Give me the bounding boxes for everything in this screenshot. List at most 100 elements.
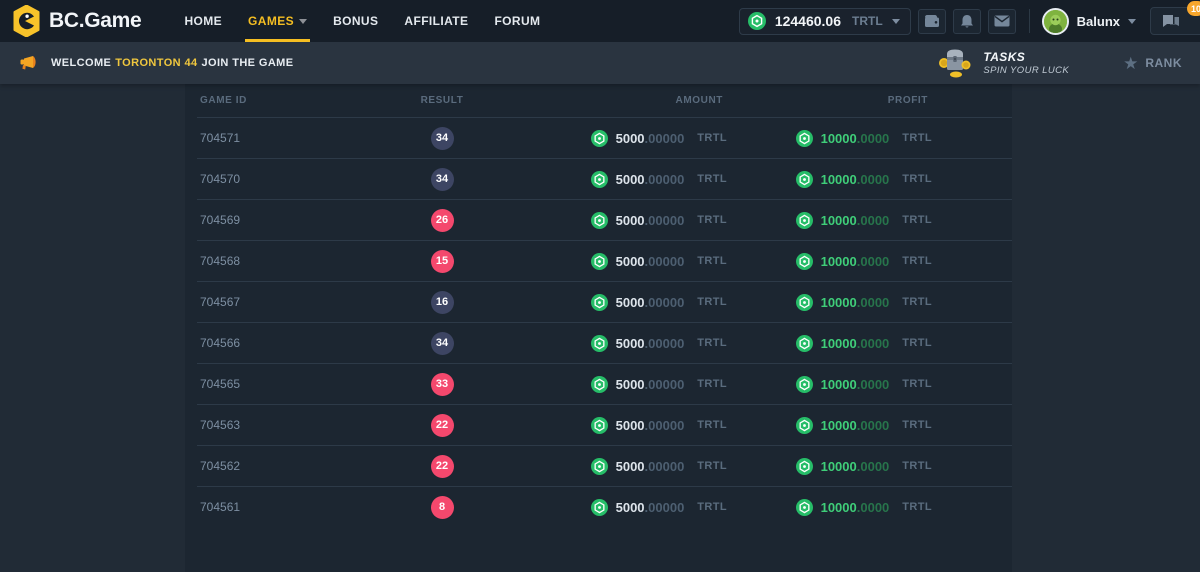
profit-dec: .0000 [857, 377, 890, 392]
wallet-icon [924, 14, 940, 28]
amount-currency: TRTL [697, 378, 727, 390]
result-badge: 8 [431, 496, 454, 519]
game-id: 704561 [197, 500, 357, 514]
result-badge: 34 [431, 127, 454, 150]
table-row[interactable]: 704563 22 5000 .00000 TRTL [197, 404, 1012, 445]
game-id: 704570 [197, 172, 357, 186]
profit-currency: TRTL [902, 214, 932, 226]
divider [1029, 9, 1030, 33]
amount-dec: .00000 [645, 254, 685, 269]
table-row[interactable]: 704565 33 5000 .00000 TRTL [197, 363, 1012, 404]
announcement-right: TASKS SPIN YOUR LUCK ★ RANK [936, 48, 1182, 78]
logo-icon [12, 5, 41, 37]
profit-int: 10000 [821, 172, 857, 187]
profit-currency: TRTL [902, 378, 932, 390]
profit-cell: 10000 .0000 TRTL [727, 335, 932, 352]
trtl-coin-icon [796, 499, 813, 516]
amount-dec: .00000 [645, 418, 685, 433]
amount-cell: 5000 .00000 TRTL [527, 335, 727, 352]
column-header-profit: PROFIT [727, 95, 932, 106]
profit-currency: TRTL [902, 337, 932, 349]
trtl-coin-icon [591, 458, 608, 475]
game-id: 704568 [197, 254, 357, 268]
game-id: 704569 [197, 213, 357, 227]
profit-currency: TRTL [902, 255, 932, 267]
table-row[interactable]: 704570 34 5000 .00000 TRTL [197, 158, 1012, 199]
balance-selector[interactable]: 124460.06 TRTL [739, 8, 911, 35]
amount-dec: .00000 [645, 295, 685, 310]
amount-int: 5000 [616, 131, 645, 146]
result-cell: 16 [357, 291, 527, 314]
nav-home[interactable]: HOME [171, 0, 235, 42]
profit-dec: .0000 [857, 500, 890, 515]
user-menu[interactable]: Balunx [1042, 8, 1136, 35]
trtl-coin-icon [591, 417, 608, 434]
table-row[interactable]: 704562 22 5000 .00000 TRTL [197, 445, 1012, 486]
profit-cell: 10000 .0000 TRTL [727, 499, 932, 516]
trtl-coin-icon [591, 294, 608, 311]
table-row[interactable]: 704561 8 5000 .00000 TRTL [197, 486, 1012, 527]
header-right: 124460.06 TRTL [739, 0, 1200, 42]
trtl-coin-icon [591, 335, 608, 352]
trtl-coin-icon [748, 12, 766, 30]
nav-forum[interactable]: FORUM [481, 0, 553, 42]
nav-bonus[interactable]: BONUS [320, 0, 391, 42]
nav-games[interactable]: GAMES [235, 0, 320, 42]
amount-cell: 5000 .00000 TRTL [527, 499, 727, 516]
chat-icon [1161, 13, 1181, 30]
envelope-icon [994, 15, 1010, 27]
wallet-button[interactable] [918, 9, 946, 34]
amount-dec: .00000 [645, 172, 685, 187]
amount-dec: .00000 [645, 131, 685, 146]
result-cell: 34 [357, 332, 527, 355]
amount-int: 5000 [616, 172, 645, 187]
result-cell: 22 [357, 455, 527, 478]
amount-dec: .00000 [645, 377, 685, 392]
table-row[interactable]: 704566 34 5000 .00000 TRTL [197, 322, 1012, 363]
trtl-coin-icon [796, 130, 813, 147]
trtl-coin-icon [796, 253, 813, 270]
profit-cell: 10000 .0000 TRTL [727, 417, 932, 434]
treasure-chest-icon [936, 48, 974, 78]
chat-toggle-button[interactable]: 10 [1150, 7, 1200, 35]
welcome-message: WELCOMETORONTON 44JOIN THE GAME [18, 55, 293, 72]
messages-button[interactable] [988, 9, 1016, 34]
tasks-button[interactable]: TASKS SPIN YOUR LUCK [936, 48, 1069, 78]
amount-dec: .00000 [645, 459, 685, 474]
game-history-panel: GAME ID RESULT AMOUNT PROFIT 704571 34 5… [185, 84, 1012, 572]
amount-currency: TRTL [697, 296, 727, 308]
amount-cell: 5000 .00000 TRTL [527, 458, 727, 475]
main-nav: HOME GAMES BONUS AFFILIATE FORUM [171, 0, 553, 42]
nav-affiliate[interactable]: AFFILIATE [391, 0, 481, 42]
active-tab-underline [245, 39, 310, 42]
amount-cell: 5000 .00000 TRTL [527, 130, 727, 147]
table-row[interactable]: 704569 26 5000 .00000 TRTL [197, 199, 1012, 240]
tasks-subtitle: SPIN YOUR LUCK [983, 65, 1069, 77]
username: Balunx [1077, 14, 1120, 29]
table-row[interactable]: 704568 15 5000 .00000 TRTL [197, 240, 1012, 281]
amount-currency: TRTL [697, 173, 727, 185]
balance-amount: 124460.06 [775, 13, 841, 29]
profit-currency: TRTL [902, 419, 932, 431]
trtl-coin-icon [796, 335, 813, 352]
chat-notification-badge: 10 [1187, 1, 1200, 16]
profit-dec: .0000 [857, 213, 890, 228]
profit-int: 10000 [821, 295, 857, 310]
amount-cell: 5000 .00000 TRTL [527, 212, 727, 229]
notifications-button[interactable] [953, 9, 981, 34]
table-row[interactable]: 704567 16 5000 .00000 TRTL [197, 281, 1012, 322]
rank-button[interactable]: ★ RANK [1123, 55, 1182, 72]
logo-text: BC.Game [49, 9, 141, 33]
table-row[interactable]: 704571 34 5000 .00000 TRTL [197, 117, 1012, 158]
amount-int: 5000 [616, 500, 645, 515]
profit-dec: .0000 [857, 336, 890, 351]
profit-dec: .0000 [857, 418, 890, 433]
logo[interactable]: BC.Game [12, 5, 141, 37]
trtl-coin-icon [796, 376, 813, 393]
result-cell: 8 [357, 496, 527, 519]
profit-int: 10000 [821, 336, 857, 351]
profit-cell: 10000 .0000 TRTL [727, 458, 932, 475]
profit-int: 10000 [821, 459, 857, 474]
tasks-title: TASKS [983, 50, 1069, 65]
amount-int: 5000 [616, 459, 645, 474]
